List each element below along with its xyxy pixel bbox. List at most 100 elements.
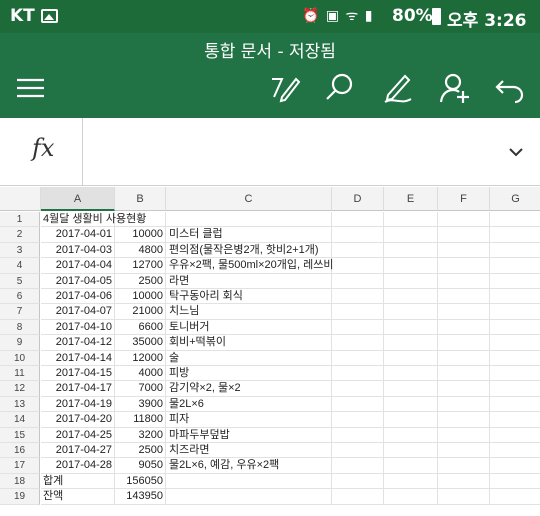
cell-e[interactable] [384, 335, 438, 351]
cell-e[interactable] [384, 381, 438, 397]
cell-a[interactable]: 2017-04-05 [41, 273, 115, 289]
cell-a[interactable]: 2017-04-28 [41, 458, 115, 474]
cell-b[interactable]: 6600 [115, 319, 166, 336]
column-header-c[interactable]: C [166, 187, 332, 211]
row-header[interactable]: 15 [0, 427, 40, 443]
cell-c[interactable]: 치느님 [166, 304, 332, 320]
column-header-g[interactable]: G [490, 187, 540, 211]
cell-a[interactable]: 2017-04-14 [41, 350, 115, 366]
spreadsheet-grid[interactable]: A B C D E F G 1 4월달 생활비 사용현황 2 2017-04-01 10… [0, 187, 540, 516]
row-header[interactable]: 10 [0, 350, 40, 366]
cell-e[interactable] [384, 443, 438, 459]
cell-c[interactable]: 회비+떡볶이 [166, 335, 332, 351]
cell-d[interactable] [332, 242, 384, 259]
cell-c[interactable]: 물2L×6, 예감, 우유×2팩 [166, 458, 332, 474]
cell-f[interactable] [438, 381, 490, 397]
cell-c[interactable]: 탁구동아리 회식 [166, 289, 332, 305]
function-button[interactable]: fx [0, 118, 83, 186]
cell-b[interactable]: 4800 [115, 242, 166, 259]
cell-b[interactable]: 35000 [115, 335, 166, 351]
cell-g[interactable] [490, 351, 540, 366]
cell-g[interactable] [490, 397, 540, 413]
cell-d[interactable] [332, 304, 384, 320]
cell-g[interactable] [490, 335, 540, 351]
cell-d[interactable] [332, 443, 384, 459]
cell-c[interactable]: 마파두부덮밥 [166, 427, 332, 443]
row-header[interactable]: 13 [0, 396, 40, 413]
row-header[interactable]: 8 [0, 319, 40, 336]
cell-c[interactable] [166, 473, 332, 490]
menu-icon[interactable] [14, 71, 48, 105]
cell-b[interactable]: 2500 [115, 443, 166, 459]
cell-b[interactable]: 7000 [115, 381, 166, 397]
row-header[interactable]: 7 [0, 304, 40, 320]
cell-b[interactable]: 11800 [115, 412, 166, 428]
cell-a[interactable]: 2017-04-03 [41, 242, 115, 259]
cell-g[interactable] [490, 458, 540, 474]
cell-b[interactable]: 4000 [115, 366, 166, 382]
cell-a[interactable]: 2017-04-20 [41, 412, 115, 428]
cell-d[interactable] [332, 212, 384, 228]
row-header[interactable]: 18 [0, 473, 40, 490]
cell-c[interactable]: 피자 [166, 412, 332, 428]
cell-d[interactable] [332, 273, 384, 289]
cell-g[interactable] [490, 289, 540, 305]
select-all-corner[interactable] [0, 187, 41, 211]
cell-e[interactable] [384, 319, 438, 336]
cell-b[interactable]: 2500 [115, 273, 166, 289]
cell-f[interactable] [438, 458, 490, 474]
cell-a[interactable]: 2017-04-06 [41, 289, 115, 305]
cell-f[interactable] [438, 473, 490, 490]
cell-f[interactable] [438, 489, 490, 505]
cell-f[interactable] [438, 366, 490, 382]
share-person-icon[interactable] [438, 71, 472, 105]
cell-c[interactable]: 라면 [166, 273, 332, 289]
cell-c[interactable] [166, 489, 332, 505]
cell-a[interactable]: 2017-04-01 [41, 227, 115, 243]
column-header-f[interactable]: F [438, 187, 490, 211]
cell-g[interactable] [490, 212, 540, 228]
column-header-b[interactable]: B [115, 187, 166, 211]
cell-c[interactable]: 술 [166, 350, 332, 366]
cell-e[interactable] [384, 489, 438, 505]
row-header[interactable]: 5 [0, 273, 40, 289]
cell-f[interactable] [438, 273, 490, 289]
cell-d[interactable] [332, 366, 384, 382]
cell-g[interactable] [490, 366, 540, 382]
cell-g[interactable] [490, 443, 540, 459]
row-header[interactable]: 4 [0, 258, 40, 274]
cell-c[interactable]: 치즈라면 [166, 443, 332, 459]
cell-g[interactable] [490, 227, 540, 243]
cell-d[interactable] [332, 473, 384, 490]
cell-d[interactable] [332, 350, 384, 366]
row-header[interactable]: 11 [0, 366, 40, 382]
cell-f[interactable] [438, 350, 490, 366]
cell-d[interactable] [332, 427, 384, 443]
cell-g[interactable] [490, 320, 540, 336]
cell-b[interactable]: 10000 [115, 227, 166, 243]
cell-f[interactable] [438, 427, 490, 443]
cell-d[interactable] [332, 335, 384, 351]
cell-b[interactable]: 12700 [115, 258, 166, 274]
cell-g[interactable] [490, 304, 540, 320]
cell-e[interactable] [384, 412, 438, 428]
cell-f[interactable] [438, 335, 490, 351]
cell-a[interactable]: 2017-04-27 [41, 443, 115, 459]
cell-g[interactable] [490, 489, 540, 505]
cell-e[interactable] [384, 350, 438, 366]
cell-f[interactable] [438, 212, 490, 228]
cell-a[interactable]: 4월달 생활비 사용현황 [41, 212, 146, 228]
column-header-a[interactable]: A [41, 187, 115, 211]
cell-c[interactable]: 피방 [166, 366, 332, 382]
cell-e[interactable] [384, 273, 438, 289]
cell-b[interactable]: 143950 [115, 489, 166, 505]
cell-g[interactable] [490, 274, 540, 289]
cell-b[interactable]: 156050 [115, 473, 166, 490]
row-header[interactable]: 12 [0, 381, 40, 397]
cell-a[interactable]: 2017-04-19 [41, 396, 115, 413]
chevron-down-icon[interactable] [504, 140, 528, 164]
search-icon[interactable] [323, 71, 357, 105]
cell-c[interactable] [166, 212, 332, 228]
formula-input[interactable] [84, 118, 494, 186]
cell-a[interactable]: 2017-04-04 [41, 258, 115, 274]
